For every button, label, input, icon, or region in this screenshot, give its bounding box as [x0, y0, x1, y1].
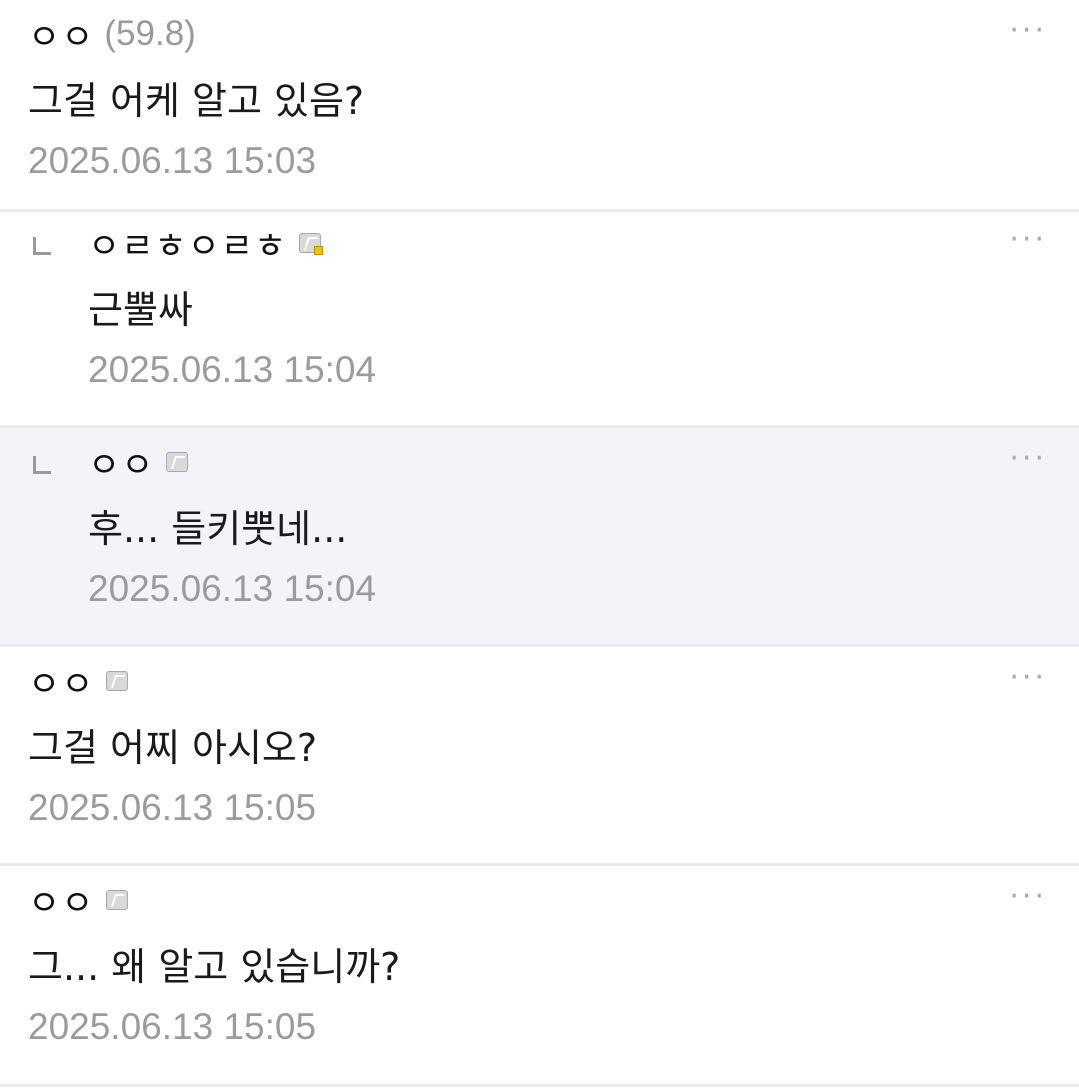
comment-timestamp: 2025.06.13 15:03: [28, 140, 317, 181]
more-options-button[interactable]: ···: [1009, 444, 1047, 474]
comment-timestamp: 2025.06.13 15:04: [88, 349, 377, 390]
semi-fixed-nick-badge-icon: [166, 452, 189, 472]
reply-arrow-icon: [33, 237, 51, 255]
comment-timestamp: 2025.06.13 15:05: [28, 787, 317, 828]
comment-timestamp: 2025.06.13 15:05: [28, 1006, 317, 1047]
reply-arrow-icon: [33, 456, 51, 474]
comment-list: ㅇㅇ (59.8) ··· 그걸 어케 알고 있음? 2025.06.13 15…: [0, 0, 1079, 1087]
nickname[interactable]: ㅇㅇ: [28, 9, 94, 60]
fixed-nick-badge-icon: [299, 233, 324, 255]
comment-author[interactable]: ㅇㅇ: [28, 659, 129, 705]
nickname[interactable]: ㅇㅇ: [88, 437, 154, 488]
more-options-button[interactable]: ···: [1009, 16, 1047, 46]
more-options-button[interactable]: ···: [1009, 225, 1047, 255]
comment-text: 후... 들키뿟네...: [88, 507, 348, 551]
more-options-button[interactable]: ···: [1009, 882, 1047, 912]
comment-author[interactable]: ㅇㅇ (59.8): [28, 12, 196, 58]
comment-author[interactable]: ㅇㄹㅎㅇㄹㅎ: [88, 221, 324, 267]
more-options-button[interactable]: ···: [1009, 663, 1047, 693]
comment-item: ㅇㅇ (59.8) ··· 그걸 어케 알고 있음? 2025.06.13 15…: [0, 0, 1079, 212]
nickname[interactable]: ㅇㅇ: [28, 875, 94, 926]
comment-author[interactable]: ㅇㅇ: [28, 878, 129, 924]
reply-item: ㅇㄹㅎㅇㄹㅎ ··· 근뿔싸 2025.06.13 15:04: [0, 209, 1079, 428]
comment-text: 그걸 어찌 아시오?: [28, 726, 318, 770]
nickname[interactable]: ㅇㄹㅎㅇㄹㅎ: [88, 218, 287, 269]
comment-item: ㅇㅇ ··· 그... 왜 알고 있습니까? 2025.06.13 15:05: [0, 866, 1079, 1087]
comment-text: 그걸 어케 알고 있음?: [28, 79, 365, 123]
semi-fixed-nick-badge-icon: [106, 671, 129, 691]
semi-fixed-nick-badge-icon: [106, 890, 129, 910]
comment-text: 그... 왜 알고 있습니까?: [28, 945, 401, 989]
comment-author[interactable]: ㅇㅇ: [88, 440, 189, 486]
comment-item: ㅇㅇ ··· 그걸 어찌 아시오? 2025.06.13 15:05: [0, 647, 1079, 866]
ip-address: (59.8): [104, 14, 196, 53]
nickname[interactable]: ㅇㅇ: [28, 656, 94, 707]
comment-timestamp: 2025.06.13 15:04: [88, 568, 377, 609]
comment-text: 근뿔싸: [88, 288, 193, 332]
reply-item: ㅇㅇ ··· 후... 들키뿟네... 2025.06.13 15:04: [0, 428, 1079, 647]
